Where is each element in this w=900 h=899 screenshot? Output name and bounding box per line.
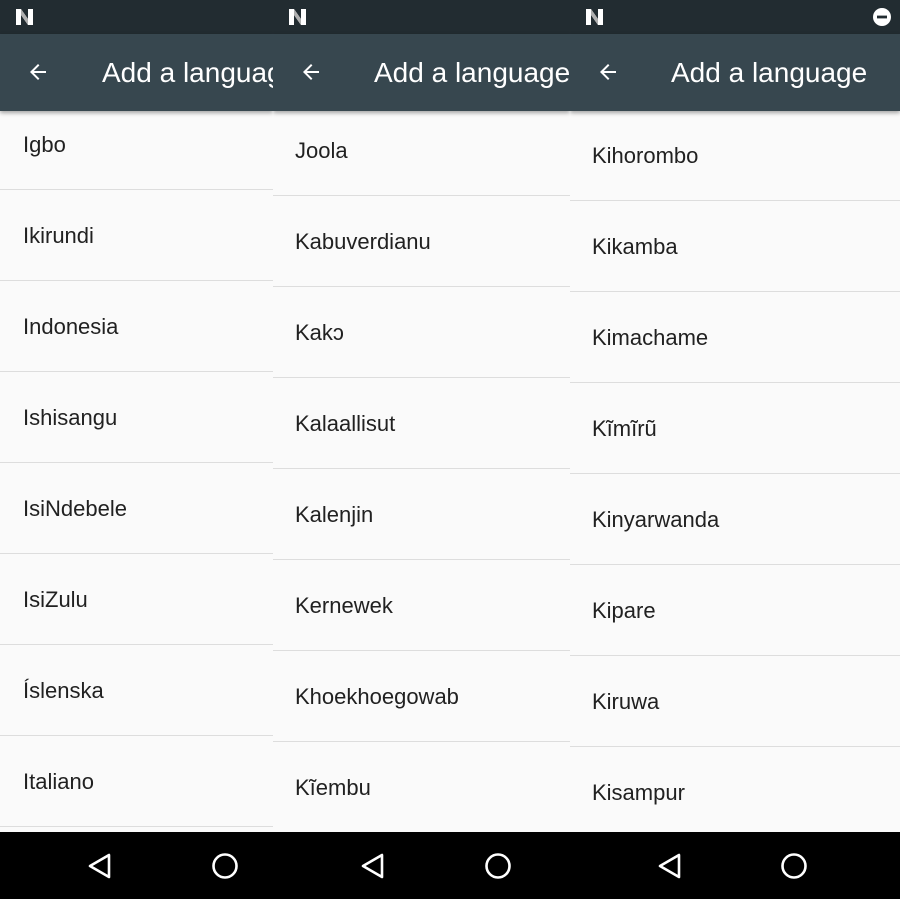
list-item[interactable]: Kinyarwanda xyxy=(570,474,900,565)
app-bar: Add a language xyxy=(570,34,900,111)
nav-back-triangle-icon[interactable] xyxy=(353,846,393,886)
navigation-bar xyxy=(273,832,570,899)
back-button[interactable] xyxy=(287,48,335,96)
language-name: Kiruwa xyxy=(592,689,660,714)
list-item[interactable]: IsiZulu xyxy=(0,554,273,645)
language-name: Kabuverdianu xyxy=(295,229,431,254)
list-item[interactable]: Kernewek xyxy=(273,560,570,651)
nav-home-circle-icon[interactable] xyxy=(478,846,518,886)
language-name: Kinyarwanda xyxy=(592,507,720,532)
page-title: Add a language xyxy=(374,57,570,88)
list-item[interactable]: Kabuverdianu xyxy=(273,196,570,287)
app-bar: Add a language xyxy=(0,34,273,111)
language-name: Ikirundi xyxy=(23,223,94,248)
nav-home-circle-icon[interactable] xyxy=(205,846,245,886)
status-bar xyxy=(273,0,570,34)
language-name: Indonesia xyxy=(23,314,119,339)
language-name: Kipare xyxy=(592,598,656,623)
language-name: Kikamba xyxy=(592,234,678,259)
android-n-icon xyxy=(289,9,306,25)
language-name: Íslenska xyxy=(23,678,104,703)
language-name: Italiano xyxy=(23,769,94,794)
android-n-icon xyxy=(16,9,33,25)
list-item[interactable]: Italiano xyxy=(0,736,273,827)
language-name: Kakɔ xyxy=(295,320,344,345)
language-name: Kĩembu xyxy=(295,775,371,800)
language-list[interactable]: Kihorombo Kikamba Kimachame Kĩmĩrũ Kinya… xyxy=(570,110,900,838)
language-name: Ishisangu xyxy=(23,405,118,430)
arrow-back-icon xyxy=(303,64,319,80)
arrow-back-icon xyxy=(600,64,616,80)
list-item[interactable]: Kimachame xyxy=(570,292,900,383)
app-bar: Add a language xyxy=(273,34,570,111)
language-name: Kalenjin xyxy=(295,502,374,527)
nav-home-circle-icon[interactable] xyxy=(774,846,814,886)
list-item[interactable]: Kĩembu xyxy=(273,742,570,833)
list-item[interactable]: Kihorombo xyxy=(570,110,900,201)
language-name: Igbo xyxy=(23,132,66,157)
navigation-bar xyxy=(570,832,900,899)
arrow-back-icon xyxy=(30,64,46,80)
android-n-icon xyxy=(586,9,603,25)
screen-1: Add a language Igbo Ikirundi Indonesia I… xyxy=(0,0,273,899)
language-name: Kisampur xyxy=(592,780,685,805)
nav-back-triangle-icon[interactable] xyxy=(650,846,690,886)
language-list[interactable]: Joola Kabuverdianu Kakɔ Kalaallisut Kale… xyxy=(273,105,570,833)
page-title: Add a language xyxy=(671,57,868,88)
list-item[interactable]: Kisampur xyxy=(570,747,900,838)
language-name: IsiZulu xyxy=(23,587,88,612)
screen-3: Add a language Kihorombo Kikamba Kimacha… xyxy=(570,0,900,899)
back-button[interactable] xyxy=(14,48,62,96)
list-item[interactable]: IsiNdebele xyxy=(0,463,273,554)
navigation-bar xyxy=(0,832,273,899)
language-name: Kalaallisut xyxy=(295,411,396,436)
language-name: Khoekhoegowab xyxy=(295,684,459,709)
list-item[interactable]: Joola xyxy=(273,105,570,196)
screen-2: Add a language Joola Kabuverdianu Kakɔ K… xyxy=(273,0,570,899)
list-item[interactable]: Ishisangu xyxy=(0,372,273,463)
list-item[interactable]: Khoekhoegowab xyxy=(273,651,570,742)
language-name: Kimachame xyxy=(592,325,709,350)
language-list[interactable]: Igbo Ikirundi Indonesia Ishisangu IsiNde… xyxy=(0,102,273,827)
page-title: Add a language xyxy=(102,57,273,88)
status-bar xyxy=(0,0,273,34)
list-item[interactable]: Igbo xyxy=(0,102,273,190)
language-name: Joola xyxy=(295,138,348,163)
list-item[interactable]: Indonesia xyxy=(0,281,273,372)
language-name: Kĩmĩrũ xyxy=(592,416,657,441)
nav-back-triangle-icon[interactable] xyxy=(80,846,120,886)
list-item[interactable]: Kalenjin xyxy=(273,469,570,560)
language-name: Kihorombo xyxy=(592,143,699,168)
language-name: Kernewek xyxy=(295,593,393,618)
do-not-disturb-icon xyxy=(873,8,891,26)
language-name: IsiNdebele xyxy=(23,496,127,521)
status-bar xyxy=(570,0,900,34)
list-item[interactable]: Kipare xyxy=(570,565,900,656)
back-button[interactable] xyxy=(584,48,632,96)
list-item[interactable]: Kĩmĩrũ xyxy=(570,383,900,474)
list-item[interactable]: Kalaallisut xyxy=(273,378,570,469)
list-item[interactable]: Kikamba xyxy=(570,201,900,292)
list-item[interactable]: Kiruwa xyxy=(570,656,900,747)
list-item[interactable]: Íslenska xyxy=(0,645,273,736)
list-item[interactable]: Ikirundi xyxy=(0,190,273,281)
list-item[interactable]: Kakɔ xyxy=(273,287,570,378)
